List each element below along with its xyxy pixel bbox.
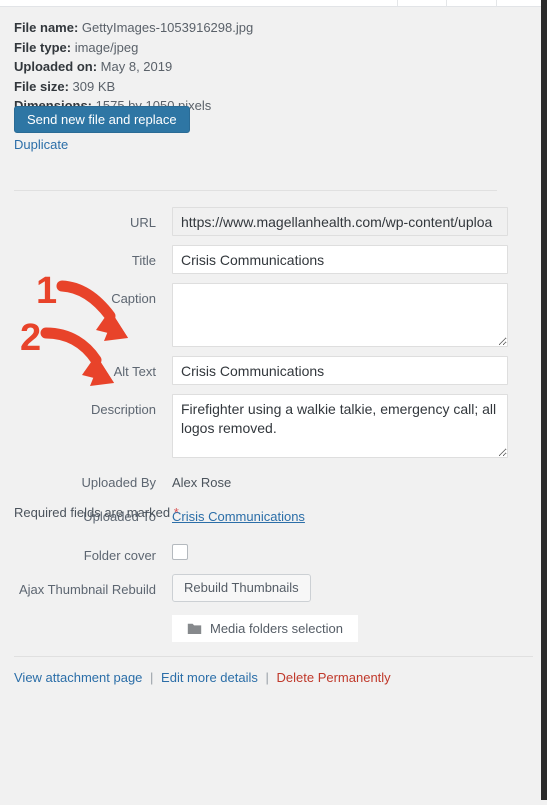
field-row-media-folders: Media folders selection bbox=[0, 615, 547, 642]
file-info-row: Uploaded on: May 8, 2019 bbox=[14, 57, 484, 77]
plugin-fields-form: Folder cover Ajax Thumbnail Rebuild Rebu… bbox=[0, 540, 547, 651]
file-size-value: 309 KB bbox=[72, 78, 116, 94]
uploaded-to-link[interactable]: Crisis Communications bbox=[172, 509, 305, 524]
ajax-thumbnail-rebuild-label: Ajax Thumbnail Rebuild bbox=[18, 582, 156, 597]
caption-label: Caption bbox=[111, 291, 156, 306]
action-separator: | bbox=[150, 670, 154, 685]
file-type-value: image/jpeg bbox=[74, 39, 139, 55]
alt-text-label: Alt Text bbox=[113, 364, 156, 379]
uploaded-by-value: Alex Rose bbox=[172, 475, 232, 490]
media-folders-selection-button[interactable]: Media folders selection bbox=[172, 615, 358, 642]
column-divider bbox=[397, 0, 398, 6]
folder-cover-checkbox[interactable] bbox=[172, 544, 188, 560]
rebuild-thumbnails-button[interactable]: Rebuild Thumbnails bbox=[172, 574, 311, 602]
description-textarea[interactable] bbox=[172, 394, 508, 458]
column-divider bbox=[446, 0, 447, 6]
file-type-label: File type: bbox=[14, 39, 72, 55]
attachment-details-page: File name: GettyImages-1053916298.jpg Fi… bbox=[0, 0, 547, 800]
view-attachment-page-link[interactable]: View attachment page bbox=[14, 670, 142, 685]
title-label: Title bbox=[131, 253, 156, 268]
attachment-fields-form: URL Title Caption Alt Text Description bbox=[0, 207, 547, 535]
uploaded-on-value: May 8, 2019 bbox=[100, 59, 173, 74]
section-divider-top bbox=[14, 190, 497, 191]
required-asterisk: * bbox=[173, 505, 179, 520]
field-row-alt-text: Alt Text bbox=[0, 356, 547, 385]
file-info-block: File name: GettyImages-1053916298.jpg Fi… bbox=[14, 18, 484, 116]
title-input[interactable] bbox=[172, 245, 508, 274]
action-separator: | bbox=[265, 670, 269, 685]
uploaded-by-label: Uploaded By bbox=[81, 475, 156, 490]
file-info-row: File type: image/jpeg bbox=[14, 38, 484, 58]
file-name-label: File name: bbox=[14, 20, 79, 35]
send-new-file-and-replace-button[interactable]: Send new file and replace bbox=[14, 106, 190, 133]
url-label: URL bbox=[129, 215, 156, 230]
field-row-title: Title bbox=[0, 245, 547, 274]
description-label: Description bbox=[90, 402, 156, 417]
file-info-row: File size: 309 KB bbox=[14, 77, 484, 97]
media-folders-selection-label: Media folders selection bbox=[210, 621, 343, 636]
required-fields-text: Required fields are marked bbox=[14, 505, 171, 520]
table-header-strip bbox=[0, 0, 541, 7]
folder-cover-label: Folder cover bbox=[83, 548, 156, 563]
url-input[interactable] bbox=[172, 207, 508, 236]
required-fields-note: Required fields are marked * bbox=[14, 505, 179, 520]
caption-textarea[interactable] bbox=[172, 283, 508, 347]
file-info-row: File name: GettyImages-1053916298.jpg bbox=[14, 18, 484, 38]
uploaded-on-label: Uploaded on: bbox=[14, 59, 98, 74]
file-name-value: GettyImages-1053916298.jpg bbox=[81, 20, 254, 35]
media-folders-spacer bbox=[0, 615, 172, 622]
field-row-uploaded-by: Uploaded By Alex Rose bbox=[0, 467, 547, 492]
delete-permanently-link[interactable]: Delete Permanently bbox=[277, 670, 391, 685]
field-row-description: Description bbox=[0, 394, 547, 458]
folder-icon bbox=[187, 623, 202, 635]
attachment-actions-bar: View attachment page | Edit more details… bbox=[14, 670, 391, 685]
column-divider bbox=[496, 0, 497, 6]
field-row-caption: Caption bbox=[0, 283, 547, 347]
field-row-url: URL bbox=[0, 207, 547, 236]
field-row-folder-cover: Folder cover bbox=[0, 540, 547, 565]
file-size-label: File size: bbox=[14, 78, 69, 94]
edit-more-details-link[interactable]: Edit more details bbox=[161, 670, 258, 685]
section-divider-bottom bbox=[14, 656, 533, 657]
duplicate-link[interactable]: Duplicate bbox=[14, 137, 68, 152]
field-row-ajax-thumbnail-rebuild: Ajax Thumbnail Rebuild Rebuild Thumbnail… bbox=[0, 574, 547, 602]
alt-text-input[interactable] bbox=[172, 356, 508, 385]
